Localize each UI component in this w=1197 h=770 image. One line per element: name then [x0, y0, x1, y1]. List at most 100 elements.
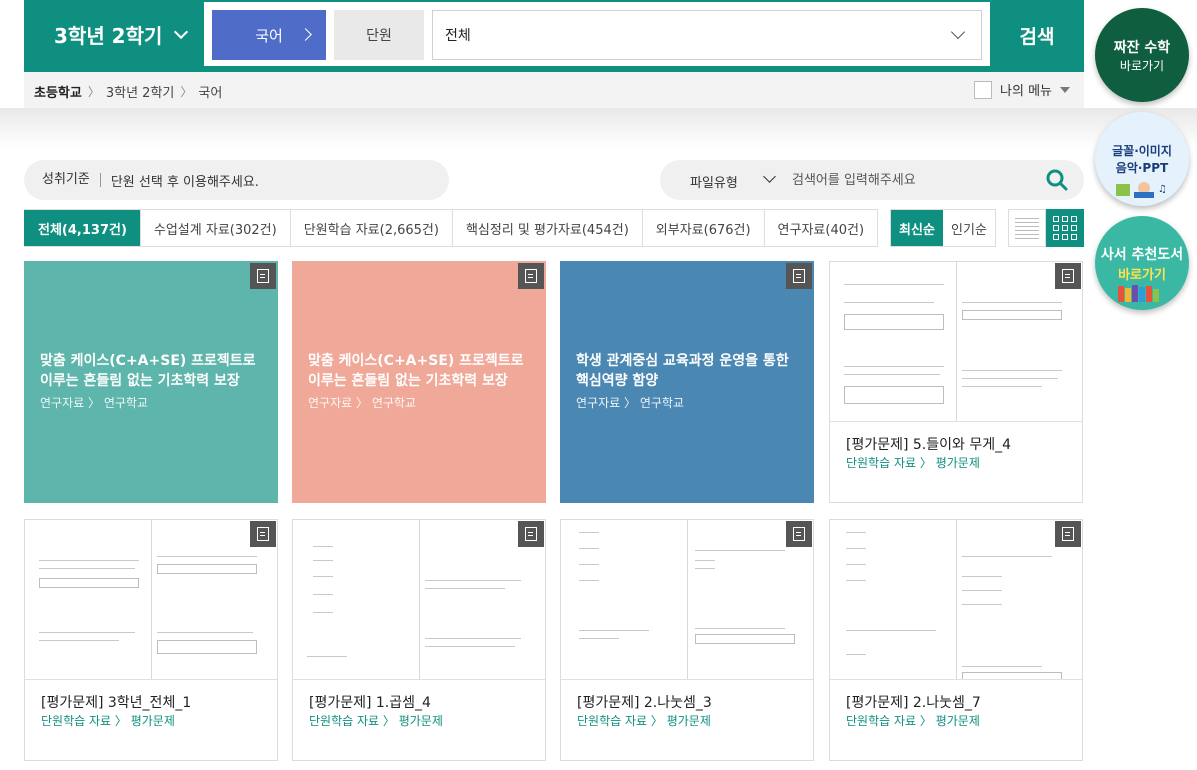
unit-button[interactable]: 단원 [334, 10, 424, 60]
sort-popular-button[interactable]: 인기순 [943, 210, 995, 246]
card-thumbnail [830, 520, 1082, 680]
file-type-select[interactable]: 파일유형 [690, 172, 738, 191]
unit-select[interactable]: 전체 [432, 10, 982, 60]
resource-card[interactable]: [평가문제] 2.나눗셈_7 단원학습 자료 〉 평가문제 [829, 519, 1083, 761]
document-icon [1055, 521, 1081, 547]
search-input[interactable] [792, 168, 1032, 192]
resource-card[interactable]: [평가문제] 5.들이와 무게_4 단원학습 자료 〉 평가문제 [829, 261, 1083, 503]
card-meta: 단원학습 자료 〉 평가문제 [846, 714, 980, 728]
tab-research[interactable]: 연구자료 (40건) [763, 210, 878, 246]
math-shortcut-sub: 바로가기 [1119, 58, 1165, 73]
card-meta: 연구자료 〉 연구학교 [576, 396, 684, 410]
document-icon [786, 521, 812, 547]
resource-card[interactable]: 맞춤 케이스(C+A+SE) 프로젝트로 이루는 흔들림 없는 기초학력 보장 … [292, 261, 546, 503]
search-button[interactable]: 검색 [990, 0, 1084, 70]
achievement-standards-selector[interactable]: 성취기준 단원 선택 후 이용해주세요. [24, 160, 449, 200]
card-category: 단원학습 자료 [846, 714, 917, 728]
sort-latest-button[interactable]: 최신순 [891, 210, 943, 246]
card-title: [평가문제] 5.들이와 무게_4 [846, 437, 1012, 453]
subject-label: 국어 [255, 26, 283, 45]
document-icon [250, 521, 276, 547]
document-icon [250, 263, 276, 289]
card-meta: 단원학습 자료 〉 평가문제 [577, 714, 711, 728]
resource-card[interactable]: [평가문제] 1.곱셈_4 단원학습 자료 〉 평가문제 [292, 519, 546, 761]
card-category: 연구자료 [40, 396, 85, 410]
document-icon [518, 263, 544, 289]
tab-count: (40건) [825, 222, 865, 238]
checkbox-icon[interactable] [974, 80, 993, 99]
resource-card[interactable]: [평가문제] 2.나눗셈_3 단원학습 자료 〉 평가문제 [560, 519, 814, 761]
tab-count: (302건) [229, 222, 277, 238]
tab-label: 수업설계 자료 [153, 222, 230, 238]
resource-card[interactable]: 맞춤 케이스(C+A+SE) 프로젝트로 이루는 흔들림 없는 기초학력 보장 … [24, 261, 278, 503]
my-menu-toggle[interactable]: 나의 메뉴 [974, 80, 1070, 99]
math-shortcut-button[interactable]: 짜잔 수학 바로가기 [1095, 8, 1189, 102]
math-shortcut-title: 짜잔 수학 [1113, 39, 1171, 56]
card-title: 맞춤 케이스(C+A+SE) 프로젝트로 이루는 흔들림 없는 기초학력 보장 [308, 353, 524, 389]
card-thumbnail [830, 262, 1082, 422]
tab-label: 핵심정리 및 평가자료 [465, 222, 582, 238]
resource-card[interactable]: [평가문제] 3학년_전체_1 단원학습 자료 〉 평가문제 [24, 519, 278, 761]
card-title: [평가문제] 2.나눗셈_3 [577, 695, 712, 711]
tab-count: (2,665건) [379, 222, 439, 238]
card-subcategory: 연구학교 [639, 396, 684, 410]
document-icon [1055, 263, 1081, 289]
card-meta: 단원학습 자료 〉 평가문제 [41, 714, 175, 728]
tab-lesson-design[interactable]: 수업설계 자료 (302건) [139, 210, 290, 246]
card-title: 맞춤 케이스(C+A+SE) 프로젝트로 이루는 흔들림 없는 기초학력 보장 [40, 353, 256, 389]
tab-label: 전체 [38, 222, 62, 238]
chevron-down-icon [950, 24, 966, 40]
search-icon[interactable] [1046, 169, 1068, 191]
card-subcategory: 연구학교 [371, 396, 416, 410]
card-category: 연구자료 [576, 396, 621, 410]
card-meta: 연구자료 〉 연구학교 [308, 396, 416, 410]
media-shortcut-button[interactable]: 글꼴·이미지 음악·PPT ♫ [1095, 112, 1189, 206]
card-title: 학생 관계중심 교육과정 운영을 통한 핵심역량 함양 [576, 353, 789, 389]
sort-toggle: 최신순 인기순 [890, 209, 996, 247]
books-icon [1118, 285, 1159, 302]
breadcrumb-item-grade[interactable]: 3학년 2학기 [106, 82, 175, 101]
tab-external[interactable]: 외부자료 (676건) [641, 210, 764, 246]
chevron-down-icon [174, 24, 189, 40]
grade-label: 3학년 2학기 [54, 24, 163, 48]
chevron-right-icon: 〉 [87, 85, 100, 99]
card-meta: 단원학습 자료 〉 평가문제 [846, 456, 980, 470]
svg-text:♫: ♫ [1158, 184, 1167, 195]
books-shortcut-button[interactable]: 사서 추천도서 바로가기 [1095, 216, 1189, 310]
card-subcategory: 평가문제 [935, 456, 980, 470]
tab-summary-evaluation[interactable]: 핵심정리 및 평가자료 (454건) [451, 210, 642, 246]
card-subcategory: 평가문제 [666, 714, 711, 728]
top-filter-bar: 3학년 2학기 국어 단원 전체 검색 [24, 0, 1084, 70]
caret-down-icon [1060, 86, 1070, 93]
tab-label: 연구자료 [777, 222, 826, 238]
tab-unit-learning[interactable]: 단원학습 자료 (2,665건) [289, 210, 452, 246]
subject-button[interactable]: 국어 [212, 10, 326, 60]
media-shortcut-sub: 음악·PPT [1115, 161, 1169, 175]
chevron-right-icon [299, 28, 312, 41]
tab-count: (454건) [581, 222, 629, 238]
chevron-down-icon[interactable] [763, 170, 776, 183]
person-illustration-icon: ♫ [1116, 182, 1167, 198]
search-bar: 파일유형 [660, 160, 1084, 200]
card-subcategory: 평가문제 [398, 714, 443, 728]
card-category: 단원학습 자료 [309, 714, 380, 728]
books-shortcut-title: 사서 추천도서 [1100, 246, 1184, 263]
resource-card[interactable]: 학생 관계중심 교육과정 운영을 통한 핵심역량 함양 연구자료 〉 연구학교 [560, 261, 814, 503]
card-category: 단원학습 자료 [577, 714, 648, 728]
card-category: 연구자료 [308, 396, 353, 410]
grade-selector[interactable]: 3학년 2학기 [54, 20, 189, 49]
list-view-icon[interactable] [1008, 209, 1046, 247]
tab-all[interactable]: 전체 (4,137건) [24, 210, 140, 246]
grid-view-icon[interactable] [1046, 209, 1084, 247]
document-icon [786, 263, 812, 289]
tab-label: 단원학습 자료 [303, 222, 380, 238]
card-title: [평가문제] 3학년_전체_1 [41, 695, 192, 711]
books-shortcut-sub: 바로가기 [1118, 267, 1166, 283]
breadcrumb-item-school[interactable]: 초등학교 [34, 82, 82, 101]
card-title: [평가문제] 2.나눗셈_7 [846, 695, 981, 711]
card-meta: 연구자료 〉 연구학교 [40, 396, 148, 410]
card-subcategory: 평가문제 [935, 714, 980, 728]
standards-label: 성취기준 [42, 173, 101, 187]
my-menu-label: 나의 메뉴 [1000, 84, 1052, 99]
breadcrumb-item-subject[interactable]: 국어 [198, 82, 222, 101]
